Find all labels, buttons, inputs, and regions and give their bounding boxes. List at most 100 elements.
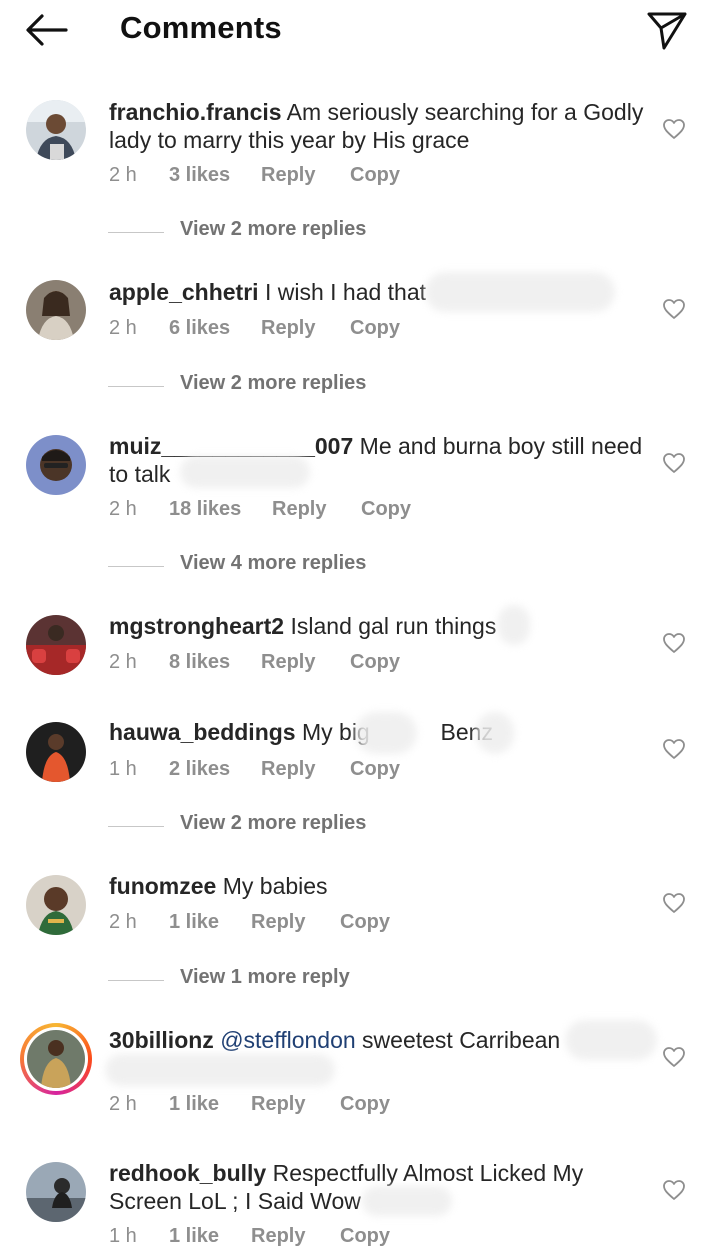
like-button[interactable] [662,632,686,654]
heart-outline-icon [663,893,685,913]
copy-button[interactable]: Copy [350,317,400,340]
copy-button[interactable]: Copy [350,651,400,674]
heart-outline-icon [663,1180,685,1200]
avatar-image [26,100,86,160]
view-replies-label: View 2 more replies [180,372,367,394]
reply-button[interactable]: Reply [251,1093,305,1116]
comment-time: 2 h [109,651,137,673]
comment-time: 1 h [109,758,137,780]
like-button[interactable] [662,452,686,474]
copy-button[interactable]: Copy [350,758,400,781]
avatar-story-ring[interactable] [20,1023,92,1095]
avatar-image [27,1030,85,1088]
comment-text: My babies [222,873,328,899]
likes-count[interactable]: 2 likes [169,758,230,781]
view-replies-label: View 2 more replies [180,812,367,834]
avatar-image [26,722,86,782]
comment-mention[interactable]: @stefflondon [220,1027,355,1053]
likes-count[interactable]: 1 like [169,911,219,934]
like-button[interactable] [662,892,686,914]
likes-count[interactable]: 8 likes [169,651,230,674]
reply-button[interactable]: Reply [251,1225,305,1248]
comment-text: sweetest Carribean [362,1027,561,1053]
likes-count[interactable]: 1 like [169,1093,219,1116]
comment-text: Island gal run things [290,613,497,639]
comment-time: 2 h [109,498,137,520]
avatar[interactable] [26,875,86,935]
comment-username[interactable]: apple_chhetri [109,279,259,305]
comment-username[interactable]: hauwa_beddings [109,719,296,745]
reply-button[interactable]: Reply [261,164,315,187]
avatar-image [26,875,86,935]
replies-divider [108,980,164,981]
copy-button[interactable]: Copy [350,164,400,187]
redaction-blur [180,456,310,488]
avatar[interactable] [26,722,86,782]
view-replies-label: View 4 more replies [180,552,367,574]
redaction-blur [362,1186,452,1216]
page-title: Comments [120,10,282,45]
redaction-blur [565,1020,657,1060]
like-button[interactable] [662,118,686,140]
comment-body: funomzee My babies [109,872,644,900]
comment-body: franchio.francis Am seriously searching … [109,98,644,154]
copy-button[interactable]: Copy [340,911,390,934]
likes-count[interactable]: 6 likes [169,317,230,340]
avatar[interactable] [26,615,86,675]
avatar[interactable] [26,100,86,160]
replies-divider [108,826,164,827]
back-button[interactable] [22,10,70,50]
view-replies-label: View 2 more replies [180,218,367,240]
heart-outline-icon [663,299,685,319]
comment-time: 1 h [109,1225,137,1247]
like-button[interactable] [662,1046,686,1068]
comment-time: 2 h [109,1093,137,1115]
avatar[interactable] [26,1162,86,1222]
avatar[interactable] [26,435,86,495]
comment-username[interactable]: mgstrongheart2 [109,613,284,639]
redaction-blur [355,712,417,754]
likes-count[interactable]: 1 like [169,1225,219,1248]
heart-outline-icon [663,119,685,139]
redaction-blur [425,272,615,312]
heart-outline-icon [663,453,685,473]
comment-username[interactable]: 30billionz [109,1027,214,1053]
like-button[interactable] [662,738,686,760]
arrow-left-icon [26,14,68,46]
avatar-image [26,1162,86,1222]
reply-button[interactable]: Reply [261,758,315,781]
share-button[interactable] [644,8,690,50]
redaction-blur [498,605,530,645]
redaction-blur [476,712,514,754]
avatar-image [26,280,86,340]
heart-outline-icon [663,739,685,759]
comment-time: 2 h [109,164,137,186]
avatar-image [26,435,86,495]
like-button[interactable] [662,1179,686,1201]
comment-time: 2 h [109,317,137,339]
reply-button[interactable]: Reply [261,317,315,340]
comment-text: I wish I had that [264,279,427,305]
comment-username[interactable]: redhook_bully [109,1160,266,1186]
comment-body: mgstrongheart2 Island gal run things [109,612,644,640]
like-button[interactable] [662,298,686,320]
comment-time: 2 h [109,911,137,933]
comment-username[interactable]: franchio.francis [109,99,282,125]
reply-button[interactable]: Reply [251,911,305,934]
avatar [27,1030,85,1088]
comment-username[interactable]: funomzee [109,873,216,899]
reply-button[interactable]: Reply [272,498,326,521]
copy-button[interactable]: Copy [340,1093,390,1116]
replies-divider [108,386,164,387]
redaction-blur [105,1054,335,1086]
likes-count[interactable]: 3 likes [169,164,230,187]
avatar-image [26,615,86,675]
copy-button[interactable]: Copy [361,498,411,521]
paper-plane-icon [647,12,687,50]
comment-body: 30billionz @stefflondon sweetest Carribe… [109,1026,644,1054]
avatar[interactable] [26,280,86,340]
heart-outline-icon [663,633,685,653]
reply-button[interactable]: Reply [261,651,315,674]
copy-button[interactable]: Copy [340,1225,390,1248]
likes-count[interactable]: 18 likes [169,498,241,521]
